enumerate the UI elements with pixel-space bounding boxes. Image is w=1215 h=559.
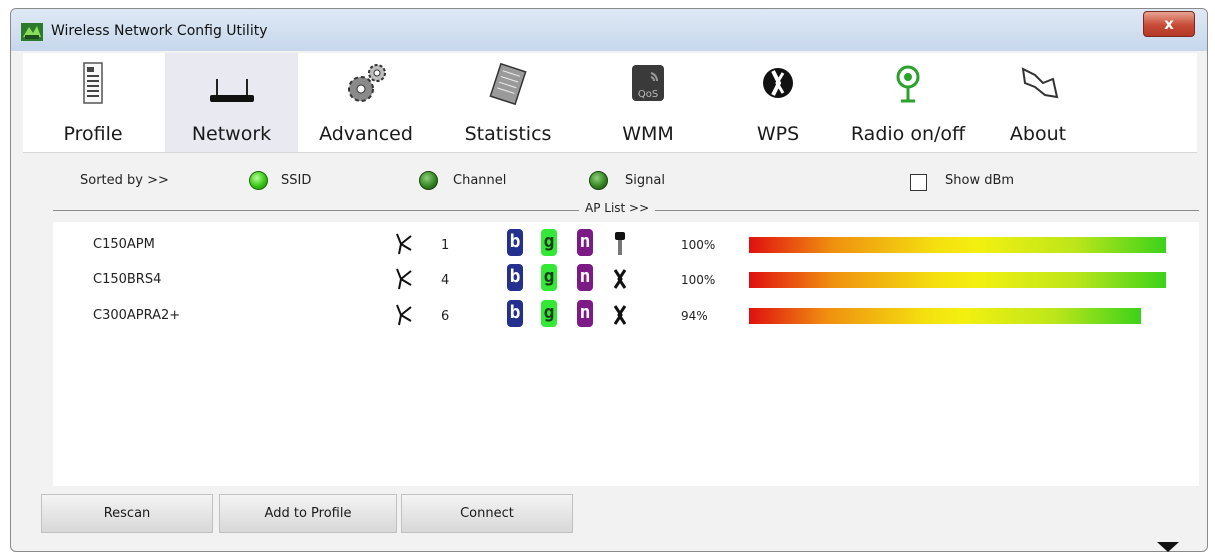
tab-network-label: Network: [191, 123, 272, 145]
ap-row[interactable]: C150BRS4 4 b g n 100%: [53, 261, 1199, 297]
tab-wmm[interactable]: QoS WMM: [583, 53, 713, 152]
mode-b-badge: b: [507, 264, 523, 291]
tab-statistics[interactable]: Statistics: [443, 53, 573, 152]
show-dbm-checkbox[interactable]: [910, 174, 927, 191]
channel-icon: [396, 233, 412, 255]
ap-ssid: C150APM: [93, 237, 155, 252]
signal-bar: [749, 237, 1166, 253]
tab-profile-label: Profile: [63, 123, 123, 145]
sort-signal-radio[interactable]: [589, 171, 608, 190]
title-bar: Wireless Network Config Utility x: [11, 9, 1207, 51]
sort-channel-label: Channel: [453, 173, 507, 188]
about-icon: [1021, 67, 1059, 99]
connect-button[interactable]: Connect: [401, 494, 573, 533]
radio-icon: [896, 65, 920, 103]
mode-g-badge: g: [541, 300, 557, 327]
signal-bar: [749, 272, 1166, 288]
ap-list-title: AP List >>: [579, 201, 656, 215]
scroll-down-arrow-icon[interactable]: [1157, 542, 1179, 552]
tab-radio-on-off[interactable]: Radio on/off: [833, 53, 983, 152]
ap-channel: 4: [441, 273, 450, 288]
ap-channel: 1: [441, 238, 450, 253]
statistics-chip-icon: [489, 62, 527, 106]
mode-b-badge: b: [507, 300, 523, 327]
signal-bar: [749, 308, 1141, 324]
rescan-button[interactable]: Rescan: [41, 494, 213, 533]
sort-ssid-label: SSID: [281, 173, 312, 188]
app-logo-icon: [21, 23, 43, 41]
signal-percent: 100%: [681, 273, 716, 287]
svg-text:QoS: QoS: [638, 89, 658, 100]
tab-radio-label: Radio on/off: [850, 123, 966, 145]
add-to-profile-button[interactable]: Add to Profile: [219, 494, 397, 533]
channel-icon: [396, 304, 412, 326]
tab-wps-label: WPS: [756, 123, 800, 145]
tab-about[interactable]: About: [973, 53, 1103, 152]
signal-percent: 94%: [681, 309, 708, 323]
profile-icon: [83, 62, 103, 104]
tab-advanced-label: Advanced: [319, 123, 413, 145]
window-title: Wireless Network Config Utility: [51, 23, 268, 39]
tab-about-label: About: [1009, 123, 1067, 145]
mode-g-badge: g: [541, 229, 557, 256]
ap-ssid: C300APRA2+: [93, 308, 181, 323]
wps-icon: [613, 269, 627, 289]
sort-label: Sorted by >>: [80, 173, 169, 188]
tab-profile[interactable]: Profile: [23, 53, 163, 152]
mode-n-badge: n: [577, 264, 593, 291]
tab-wmm-label: WMM: [622, 123, 674, 145]
tab-advanced[interactable]: Advanced: [301, 53, 431, 152]
ap-row[interactable]: C300APRA2+ 6 b g n 94%: [53, 297, 1199, 333]
toolbar: Profile Network Advanced Statistics QoS …: [23, 53, 1197, 153]
ap-row[interactable]: C150APM 1 b g n 100%: [53, 226, 1199, 262]
channel-icon: [396, 268, 412, 290]
mode-n-badge: n: [577, 300, 593, 327]
ap-channel: 6: [441, 309, 450, 324]
qos-icon: QoS: [632, 65, 664, 101]
sort-bar: Sorted by >> SSID Channel Signal Show dB…: [23, 159, 1197, 199]
mode-g-badge: g: [541, 264, 557, 291]
app-window: Wireless Network Config Utility x Profil…: [10, 8, 1208, 552]
tab-network[interactable]: Network: [165, 53, 298, 152]
gears-icon: [348, 64, 386, 102]
ap-ssid: C150BRS4: [93, 272, 162, 287]
sort-signal-label: Signal: [625, 173, 665, 188]
ap-list: C150APM 1 b g n 100% C150BRS4 4 b g n 10…: [53, 222, 1199, 486]
show-dbm-label: Show dBm: [945, 173, 1015, 188]
tab-wps[interactable]: WPS: [713, 53, 843, 152]
signal-percent: 100%: [681, 238, 716, 252]
wps-icon: [613, 305, 627, 325]
mode-n-badge: n: [577, 229, 593, 256]
tab-statistics-label: Statistics: [464, 123, 552, 145]
sort-channel-radio[interactable]: [419, 171, 438, 190]
mode-b-badge: b: [507, 229, 523, 256]
wps-icon: [763, 68, 793, 98]
sort-ssid-radio[interactable]: [249, 171, 268, 190]
close-button[interactable]: x: [1143, 11, 1195, 37]
key-icon: [615, 232, 625, 255]
network-router-icon: [209, 79, 254, 102]
